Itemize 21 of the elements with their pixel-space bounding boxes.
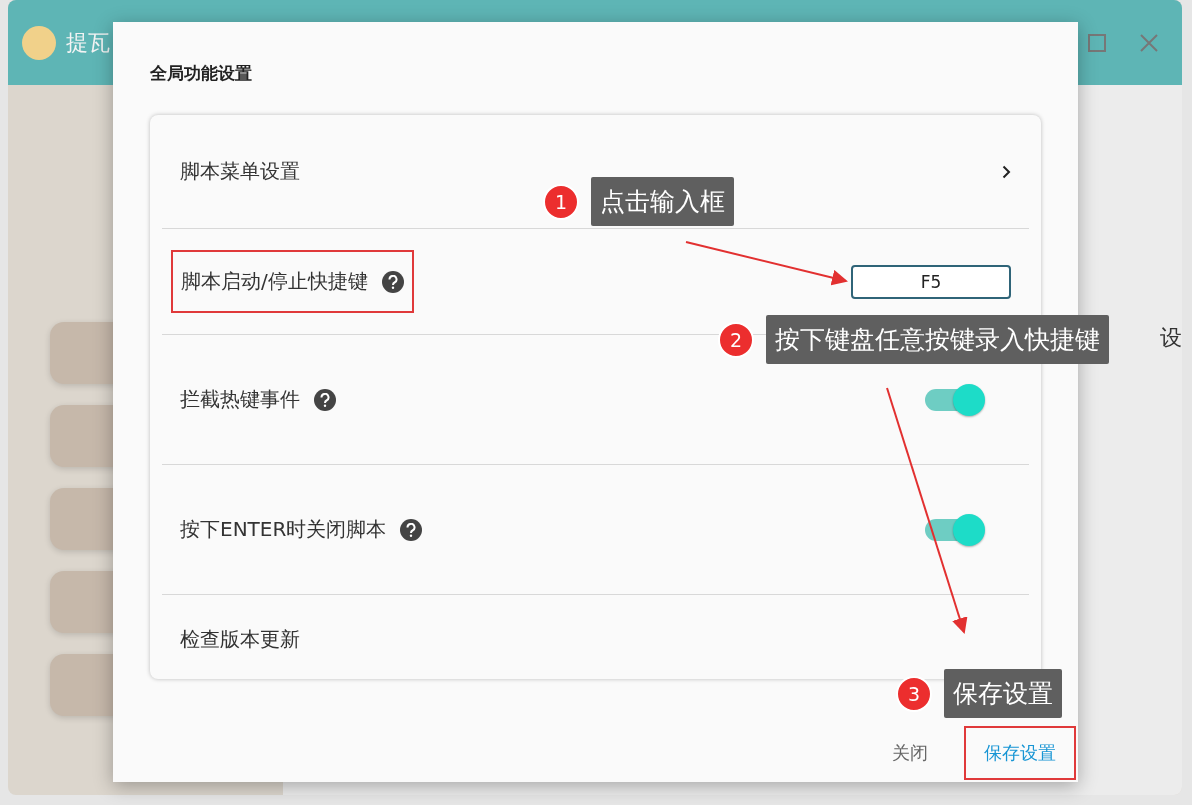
- save-button[interactable]: 保存设置: [964, 726, 1076, 780]
- close-button[interactable]: 关闭: [872, 726, 948, 780]
- annotation-callout: 点击输入框: [591, 177, 734, 226]
- annotation-callout: 保存设置: [944, 669, 1062, 718]
- setting-label: 拦截热键事件: [180, 386, 300, 413]
- annotation-callout: 按下键盘任意按键录入快捷键: [766, 315, 1109, 364]
- help-icon[interactable]: [314, 388, 336, 411]
- help-icon[interactable]: [400, 518, 423, 541]
- help-icon[interactable]: [381, 270, 404, 293]
- toggle-switch[interactable]: [923, 512, 987, 547]
- toggle-switch[interactable]: [923, 382, 987, 417]
- dialog-title: 全局功能设置: [150, 62, 253, 85]
- setting-label: 脚本菜单设置: [180, 158, 300, 185]
- app-title: 提瓦: [66, 28, 110, 57]
- chevron-right-icon[interactable]: [1002, 164, 1011, 179]
- hotkey-field[interactable]: F5: [851, 264, 1011, 299]
- setting-label: 按下ENTER时关闭脚本: [180, 516, 387, 543]
- avatar-icon: [22, 25, 56, 60]
- setting-label: 检查版本更新: [180, 625, 300, 653]
- section-label: 设: [1160, 324, 1182, 352]
- setting-label: 脚本启动/停止快捷键: [181, 268, 368, 295]
